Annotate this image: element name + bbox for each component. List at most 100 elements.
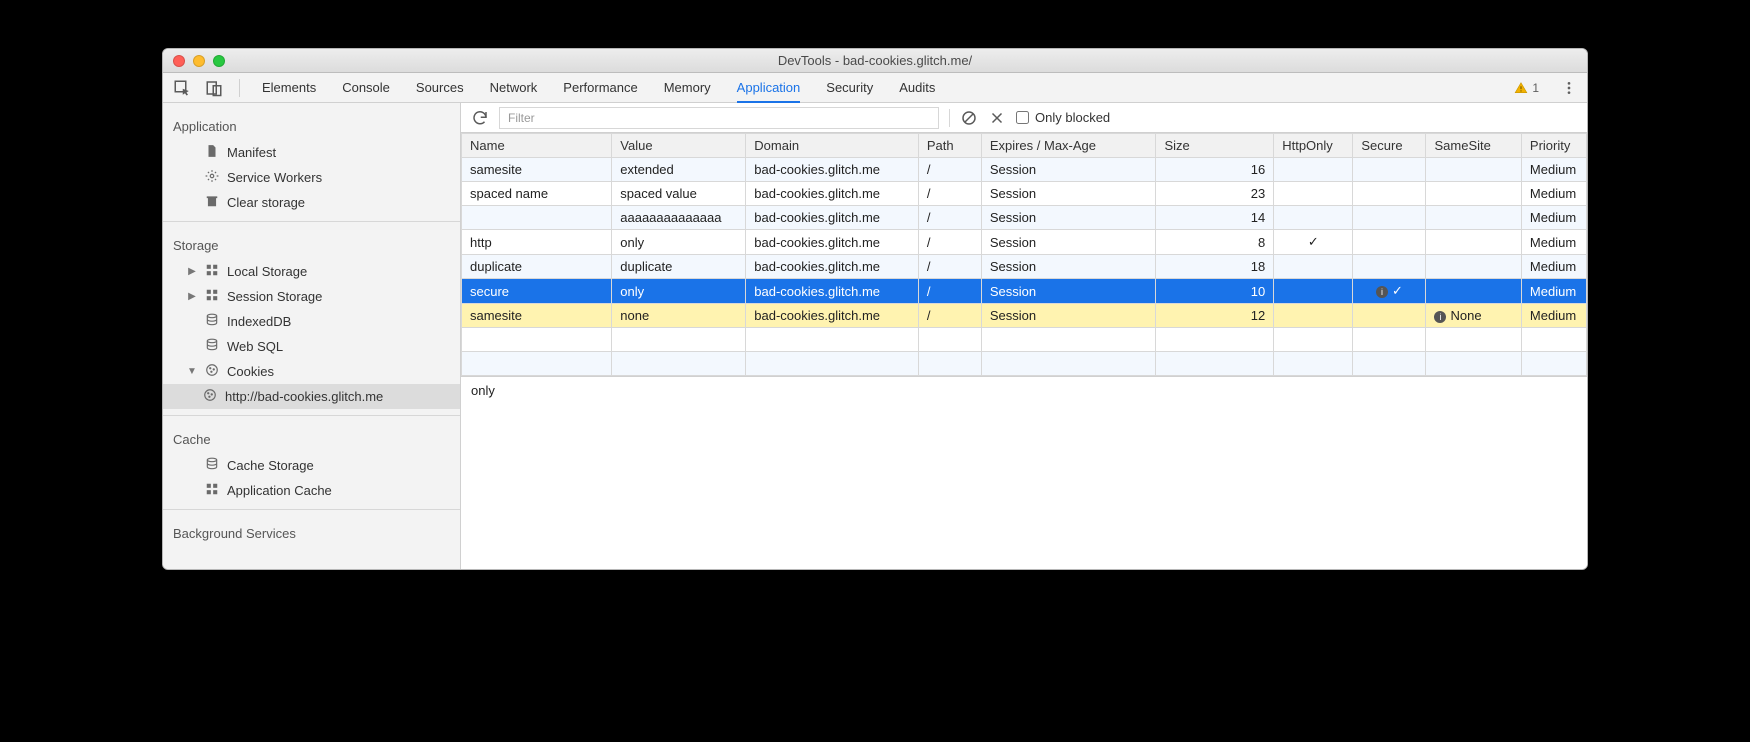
table-row[interactable]: samesitenonebad-cookies.glitch.me/Sessio… <box>462 304 1587 328</box>
col-domain[interactable]: Domain <box>746 134 919 158</box>
table-row[interactable]: samesiteextendedbad-cookies.glitch.me/Se… <box>462 158 1587 182</box>
sidebar-item-indexeddb[interactable]: IndexedDB <box>163 309 460 334</box>
table-row[interactable]: aaaaaaaaaaaaaabad-cookies.glitch.me/Sess… <box>462 206 1587 230</box>
cell-size: 16 <box>1156 158 1274 182</box>
cell-secure <box>1353 158 1426 182</box>
cell-httponly: ✓ <box>1274 230 1353 255</box>
titlebar: DevTools - bad-cookies.glitch.me/ <box>163 49 1587 73</box>
table-row[interactable]: httponlybad-cookies.glitch.me/Session8✓M… <box>462 230 1587 255</box>
tab-network[interactable]: Network <box>490 73 538 102</box>
cell-path: / <box>918 230 981 255</box>
sidebar-item-web-sql[interactable]: Web SQL <box>163 334 460 359</box>
sidebar-item-clear-storage[interactable]: Clear storage <box>163 190 460 215</box>
tab-console[interactable]: Console <box>342 73 390 102</box>
cell-expires: Session <box>981 158 1156 182</box>
db-icon <box>205 457 219 474</box>
cell-path: / <box>918 206 981 230</box>
cell-size: 12 <box>1156 304 1274 328</box>
gear-icon <box>205 169 219 186</box>
cell-text: None <box>1450 308 1481 323</box>
grid-icon <box>205 482 219 499</box>
sidebar-item-label: http://bad-cookies.glitch.me <box>225 389 383 404</box>
tab-audits[interactable]: Audits <box>899 73 935 102</box>
cell-httponly <box>1274 158 1353 182</box>
cell-priority: Medium <box>1521 304 1586 328</box>
sidebar-item-manifest[interactable]: Manifest <box>163 140 460 165</box>
cell-samesite <box>1426 255 1521 279</box>
sidebar-item-cookies[interactable]: ▼ Cookies <box>163 359 460 384</box>
only-blocked-input[interactable] <box>1016 111 1029 124</box>
more-options-icon[interactable] <box>1561 80 1577 96</box>
cell-httponly <box>1274 304 1353 328</box>
db-icon <box>205 313 219 330</box>
cell-name: http <box>462 230 612 255</box>
inspect-element-icon[interactable] <box>173 79 191 97</box>
sidebar-group-storage: Storage <box>163 228 460 259</box>
col-httponly[interactable]: HttpOnly <box>1274 134 1353 158</box>
table-row[interactable]: secureonlybad-cookies.glitch.me/Session1… <box>462 279 1587 304</box>
col-expires-max-age[interactable]: Expires / Max-Age <box>981 134 1156 158</box>
cell-domain: bad-cookies.glitch.me <box>746 279 919 304</box>
grid-icon <box>205 263 219 280</box>
sidebar-item-label: Service Workers <box>227 170 322 185</box>
col-size[interactable]: Size <box>1156 134 1274 158</box>
sidebar-item-session-storage[interactable]: ▶Session Storage <box>163 284 460 309</box>
devtools-tabsbar: Elements Console Sources Network Performance… <box>163 73 1587 103</box>
disclosure-triangle-icon[interactable]: ▼ <box>187 366 197 377</box>
devtools-window: DevTools - bad-cookies.glitch.me/ Elemen… <box>162 48 1588 570</box>
col-priority[interactable]: Priority <box>1521 134 1586 158</box>
table-row[interactable]: spaced namespaced valuebad-cookies.glitc… <box>462 182 1587 206</box>
cell-path: / <box>918 158 981 182</box>
tab-performance[interactable]: Performance <box>563 73 637 102</box>
delete-selected-icon[interactable] <box>988 109 1006 127</box>
table-row[interactable]: duplicateduplicatebad-cookies.glitch.me/… <box>462 255 1587 279</box>
cookies-table: NameValueDomainPathExpires / Max-AgeSize… <box>461 133 1587 376</box>
refresh-icon[interactable] <box>471 109 489 127</box>
disclosure-triangle-icon[interactable]: ▶ <box>187 266 197 277</box>
cell-value: extended <box>612 158 746 182</box>
only-blocked-checkbox[interactable]: Only blocked <box>1016 110 1110 125</box>
cell-samesite: iNone <box>1426 304 1521 328</box>
sidebar-item-label: Cookies <box>227 364 274 379</box>
sidebar-item-service-workers[interactable]: Service Workers <box>163 165 460 190</box>
col-path[interactable]: Path <box>918 134 981 158</box>
tab-security[interactable]: Security <box>826 73 873 102</box>
cell-path: / <box>918 182 981 206</box>
sidebar-item-local-storage[interactable]: ▶Local Storage <box>163 259 460 284</box>
tab-application[interactable]: Application <box>737 73 801 103</box>
sidebar-item-application-cache[interactable]: Application Cache <box>163 478 460 503</box>
col-name[interactable]: Name <box>462 134 612 158</box>
tab-memory[interactable]: Memory <box>664 73 711 102</box>
tab-elements[interactable]: Elements <box>262 73 316 102</box>
cell-secure <box>1353 182 1426 206</box>
col-secure[interactable]: Secure <box>1353 134 1426 158</box>
sidebar-item-label: Cache Storage <box>227 458 314 473</box>
tab-sources[interactable]: Sources <box>416 73 464 102</box>
sidebar-item-cache-storage[interactable]: Cache Storage <box>163 453 460 478</box>
disclosure-triangle-icon[interactable]: ▶ <box>187 291 197 302</box>
warnings-badge[interactable]: 1 <box>1514 81 1539 95</box>
cell-priority: Medium <box>1521 255 1586 279</box>
cell-samesite <box>1426 158 1521 182</box>
cell-expires: Session <box>981 255 1156 279</box>
warnings-count: 1 <box>1532 81 1539 95</box>
cell-path: / <box>918 255 981 279</box>
info-icon: i <box>1376 286 1388 298</box>
cell-httponly <box>1274 279 1353 304</box>
cell-expires: Session <box>981 230 1156 255</box>
device-toolbar-icon[interactable] <box>205 79 223 97</box>
filter-input[interactable] <box>499 107 939 129</box>
cell-size: 14 <box>1156 206 1274 230</box>
cell-httponly <box>1274 255 1353 279</box>
cell-httponly <box>1274 206 1353 230</box>
sidebar-item-cookie-origin[interactable]: http://bad-cookies.glitch.me <box>163 384 460 409</box>
cookies-toolbar: Only blocked <box>461 103 1587 133</box>
cell-expires: Session <box>981 304 1156 328</box>
sidebar-group-application: Application <box>163 109 460 140</box>
cell-secure: i✓ <box>1353 279 1426 304</box>
col-samesite[interactable]: SameSite <box>1426 134 1521 158</box>
separator <box>239 79 240 97</box>
col-value[interactable]: Value <box>612 134 746 158</box>
cell-value: spaced value <box>612 182 746 206</box>
clear-all-icon[interactable] <box>960 109 978 127</box>
